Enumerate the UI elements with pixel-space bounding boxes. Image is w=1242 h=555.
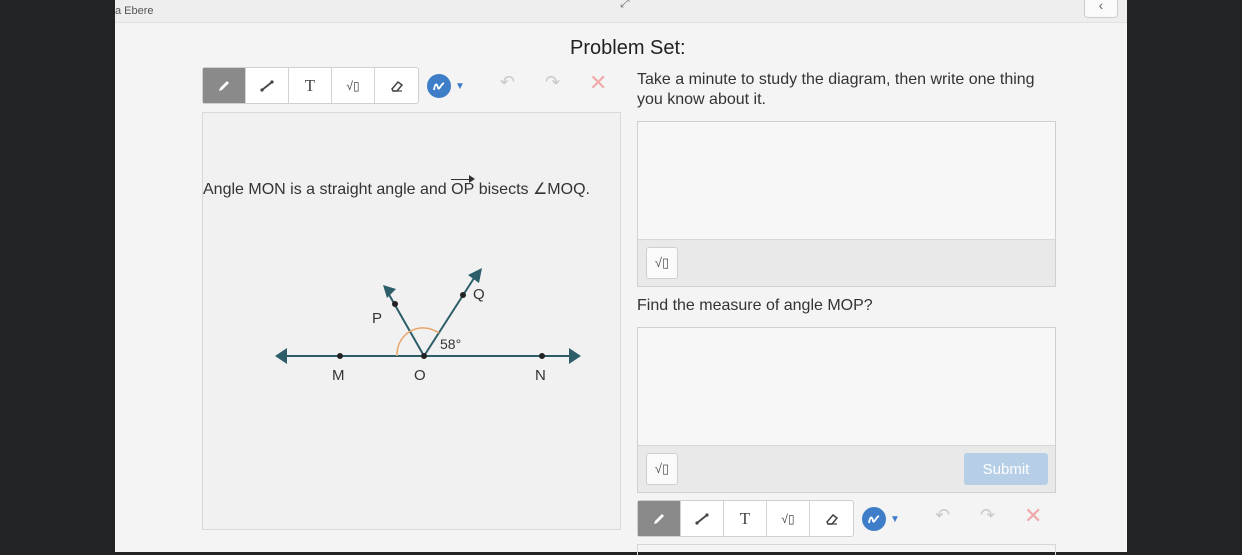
label-q: Q: [473, 286, 485, 303]
pencil-tool-button[interactable]: [203, 68, 246, 103]
line-icon: [260, 79, 274, 92]
eraser-icon: [825, 513, 838, 525]
eraser-tool-button[interactable]: [375, 68, 418, 103]
collapse-button[interactable]: ‹: [1084, 0, 1118, 18]
clear-button[interactable]: ✕: [1024, 503, 1042, 529]
sqrt-icon: √▯: [781, 511, 795, 526]
sqrt-icon: √▯: [654, 255, 670, 270]
sqrt-icon: √▯: [654, 461, 670, 476]
top-strip: a Ebere ⤢ ‹: [115, 0, 1127, 23]
redo-button[interactable]: ↷: [545, 72, 560, 93]
point-n: [539, 353, 545, 359]
text-tool-button[interactable]: T: [289, 68, 332, 103]
pencil-icon: [654, 513, 664, 524]
problem-panel: Angle MON is a straight angle and OP bis…: [202, 112, 621, 530]
pencil-tool-button[interactable]: [638, 501, 681, 536]
question-1-input[interactable]: [638, 122, 1055, 240]
page-title: Problem Set:: [570, 37, 686, 59]
squiggle-icon: [427, 74, 451, 98]
question-2-prompt: Find the measure of angle MOP?: [637, 297, 873, 314]
label-n: N: [535, 367, 546, 384]
math-tool-button[interactable]: √▯: [767, 501, 810, 536]
point-o: [421, 353, 427, 359]
undo-button[interactable]: ↶: [500, 72, 515, 93]
question-2-input[interactable]: [638, 328, 1055, 446]
label-m: M: [332, 367, 345, 384]
drawing-toolbar-2: T √▯ ▼ ↶ ↷ ✕: [637, 500, 1047, 537]
line-tool-button[interactable]: [246, 68, 289, 103]
arrow-left: [275, 348, 287, 364]
angle-label: 58°: [440, 336, 461, 352]
page: a Ebere ⤢ ‹ Problem Set: T √▯ ▼ ↶ ↷ ✕ An…: [115, 0, 1127, 555]
question-1-answer-box: √▯: [637, 121, 1056, 287]
question-1-prompt: Take a minute to study the diagram, then…: [637, 71, 1035, 108]
point-p: [392, 301, 398, 307]
eraser-tool-button[interactable]: [810, 501, 853, 536]
question-1-bar: √▯: [638, 240, 1055, 286]
eraser-icon: [390, 80, 403, 92]
tool-group: T √▯: [202, 67, 419, 104]
arrow-right: [569, 348, 581, 364]
clear-button[interactable]: ✕: [589, 70, 607, 96]
angle-arc-mop: [396, 331, 410, 357]
point-q: [460, 292, 466, 298]
submit-button[interactable]: Submit: [964, 453, 1048, 485]
sqrt-button[interactable]: √▯: [646, 453, 678, 485]
drawing-toolbar: T √▯ ▼ ↶ ↷ ✕: [202, 67, 612, 104]
color-picker[interactable]: ▼: [427, 74, 465, 98]
arrow-q: [468, 268, 482, 283]
point-m: [337, 353, 343, 359]
sqrt-icon: √▯: [346, 78, 360, 93]
text-tool-label: T: [739, 508, 751, 528]
user-name: a Ebere: [115, 5, 154, 17]
caret-down-icon: ▼: [455, 80, 465, 92]
line-tool-button[interactable]: [681, 501, 724, 536]
label-o: O: [414, 367, 426, 384]
next-panel-edge: [637, 544, 1056, 555]
angle-diagram: M O N P Q 58°: [275, 268, 581, 384]
caret-down-icon: ▼: [890, 513, 900, 525]
ray-op: [386, 290, 425, 357]
label-p: P: [372, 310, 382, 327]
pencil-icon: [219, 80, 229, 91]
redo-button[interactable]: ↷: [980, 505, 995, 526]
text-tool-button[interactable]: T: [724, 501, 767, 536]
undo-button[interactable]: ↶: [935, 505, 950, 526]
math-tool-button[interactable]: √▯: [332, 68, 375, 103]
question-2-answer-box: √▯ Submit: [637, 327, 1056, 493]
tool-group-2: T √▯: [637, 500, 854, 537]
color-picker[interactable]: ▼: [862, 507, 900, 531]
line-icon: [695, 512, 709, 525]
squiggle-icon: [862, 507, 886, 531]
angle-arc-poq: [408, 327, 440, 334]
text-tool-label: T: [304, 75, 316, 95]
sqrt-button[interactable]: √▯: [646, 247, 678, 279]
expand-icon[interactable]: ⤢: [620, 0, 630, 11]
question-2-bar: √▯ Submit: [638, 446, 1055, 492]
